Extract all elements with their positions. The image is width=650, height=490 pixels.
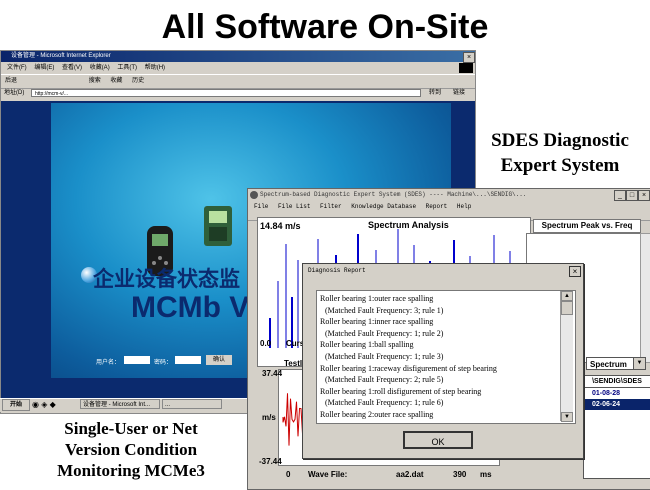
quick-launch-icon[interactable]: ◉ ◈ ◆ <box>32 400 56 409</box>
waveform-x-origin-label: 0 <box>286 470 291 479</box>
data-collector-icon <box>204 206 232 246</box>
username-input[interactable] <box>124 356 150 364</box>
close-icon[interactable]: × <box>569 266 581 277</box>
diagnosis-finding[interactable]: Roller bearing 1:inner race spalling <box>317 316 575 328</box>
username-label: 用户名： <box>96 360 121 366</box>
app-icon <box>250 191 258 199</box>
diagnosis-detail[interactable]: (Matched Fault Frequency: 3; rule 1) <box>317 305 575 317</box>
wave-file-label: Wave File: <box>308 470 348 479</box>
banner-title-english: MCMb Ve <box>131 291 265 324</box>
scroll-thumb[interactable] <box>561 301 573 315</box>
menu-help[interactable]: Help <box>457 203 471 210</box>
password-label: 密码： <box>154 360 173 366</box>
wave-file-name: aa2.dat <box>396 470 424 479</box>
spectrum-title: Spectrum Analysis <box>368 220 449 230</box>
diagnosis-finding[interactable]: Roller bearing 1:outer race spalling <box>317 293 575 305</box>
ie-menu-bar: 文件(F) 编辑(E) 查看(V) 收藏(A) 工具(T) 帮助(H) <box>1 63 475 73</box>
diagnosis-finding[interactable]: Roller bearing 1:raceway disfigurement o… <box>317 363 575 375</box>
sdes-caption: SDES Diagnostic Expert System <box>470 128 650 178</box>
mcm-caption-line: Monitoring MCMe3 <box>57 461 205 480</box>
date-list[interactable]: 01-08-28 02-06-24 <box>583 387 650 479</box>
ie-toolbar: 后退 搜索 收藏 历史 <box>1 74 475 89</box>
banner-title-chinese: 企业设备状态监 <box>93 267 240 291</box>
waveform-ymax-label: 37.44 <box>262 369 283 378</box>
links-label[interactable]: 链接 <box>453 88 465 99</box>
sdes-caption-line: Expert System <box>500 155 620 176</box>
back-button[interactable]: 后退 <box>5 78 17 84</box>
dialog-title[interactable]: Diagnosis Report <box>303 264 583 277</box>
diagnosis-detail[interactable]: (Matched Fault Frequency: 1; rule 2) <box>317 328 575 340</box>
waveform-x-end-label: 390 <box>453 470 467 479</box>
scroll-down-icon[interactable]: ▼ <box>561 412 573 422</box>
waveform-time-unit: ms <box>480 470 492 479</box>
diagnosis-list[interactable]: Roller bearing 1:outer race spalling (Mat… <box>316 290 576 424</box>
ie-menu-item[interactable]: 帮助(H) <box>145 65 165 71</box>
test-label: Testl <box>284 359 303 368</box>
login-button[interactable]: 确认 <box>206 355 232 365</box>
waveform-unit-label: m/s <box>262 413 276 422</box>
date-list-item[interactable]: 01-08-28 <box>584 388 650 399</box>
start-button[interactable]: 开始 <box>2 399 30 411</box>
sdes-title-bar[interactable]: Spectrum-based Diagnostic Expert System … <box>248 189 650 201</box>
menu-file[interactable]: File <box>254 203 268 210</box>
ie-logo-icon <box>459 63 473 73</box>
favorites-button[interactable]: 收藏 <box>110 78 122 84</box>
ie-menu-item[interactable]: 收藏(A) <box>90 65 110 71</box>
password-input[interactable] <box>175 356 201 364</box>
diagnosis-finding[interactable]: Roller bearing 2:outer race spalling <box>317 409 575 421</box>
diagnosis-detail[interactable]: (Matched Fault Frequency: 1; rule 3) <box>317 351 575 363</box>
search-button[interactable]: 搜索 <box>89 78 101 84</box>
history-button[interactable]: 历史 <box>132 78 144 84</box>
maximize-button[interactable]: □ <box>626 190 638 201</box>
ok-button[interactable]: OK <box>403 431 473 449</box>
ie-title-bar[interactable]: 设备管理 - Microsoft Internet Explorer <box>1 51 475 62</box>
view-mode-select[interactable]: Spectrum ▼ <box>586 357 646 370</box>
mcm-caption-line: Single-User or Net <box>64 419 198 438</box>
view-mode-value: Spectrum <box>590 360 627 369</box>
spectrum-ymax-label: 14.84 m/s <box>260 221 301 231</box>
go-button[interactable]: 转到 <box>429 88 441 99</box>
mcm-caption: Single-User or Net Version Condition Mon… <box>6 418 256 481</box>
sdes-menu-bar: File File List Filter Knowledge Database… <box>248 202 650 211</box>
menu-knowledge-database[interactable]: Knowledge Database <box>351 203 416 210</box>
menu-filter[interactable]: Filter <box>320 203 342 210</box>
peak-table-title: Spectrum Peak vs. Freq <box>533 219 641 233</box>
menu-file-list[interactable]: File List <box>278 203 310 210</box>
menu-report[interactable]: Report <box>426 203 448 210</box>
mcm-caption-line: Version Condition <box>64 440 198 459</box>
diagnosis-report-dialog: Diagnosis Report × Roller bearing 1:oute… <box>302 263 584 459</box>
ie-menu-item[interactable]: 查看(V) <box>62 65 82 71</box>
taskbar-item[interactable]: ... <box>162 399 222 409</box>
diagnosis-detail[interactable]: (Matched Fault Frequency: 1; rule 6) <box>317 397 575 409</box>
date-list-item-selected[interactable]: 02-06-24 <box>584 399 650 410</box>
sdes-caption-line: SDES Diagnostic <box>491 130 629 151</box>
waveform-ymin-label: -37.44 <box>259 457 282 466</box>
diagnosis-finding[interactable]: Roller bearing 1:ball spalling <box>317 339 575 351</box>
chevron-down-icon[interactable]: ▼ <box>633 358 645 369</box>
ie-close-button[interactable]: × <box>463 52 475 63</box>
minimize-button[interactable]: _ <box>614 190 626 201</box>
close-button[interactable]: × <box>638 190 650 201</box>
slide-headline: All Software On-Site <box>161 8 489 46</box>
diagnosis-detail[interactable]: (Matched Fault Frequency: 2; rule 5) <box>317 374 575 386</box>
spectrum-x-origin-label: 0.0 <box>260 339 272 348</box>
address-input[interactable]: http://mcm-v/... <box>31 89 421 97</box>
diagnosis-finding[interactable]: Roller bearing 1:roll disfigurement of s… <box>317 386 575 398</box>
scroll-up-icon[interactable]: ▲ <box>561 291 573 301</box>
peak-scrollbar[interactable] <box>640 233 650 363</box>
ie-menu-item[interactable]: 文件(F) <box>7 65 27 71</box>
ie-menu-item[interactable]: 编辑(E) <box>34 65 54 71</box>
ie-menu-item[interactable]: 工具(T) <box>117 65 137 71</box>
taskbar-item-ie[interactable]: 设备管理 - Microsoft Int... <box>80 399 160 409</box>
